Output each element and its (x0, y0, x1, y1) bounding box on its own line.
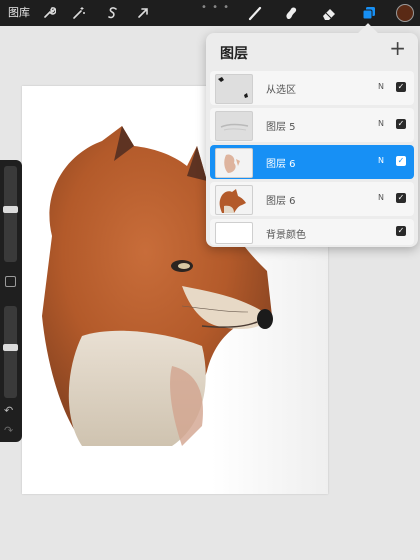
layer-visibility-checkbox[interactable]: ✓ (396, 156, 406, 166)
layer-thumbnail (215, 185, 253, 215)
blend-mode-button[interactable]: N (378, 82, 384, 91)
layer-visibility-checkbox[interactable]: ✓ (396, 226, 406, 236)
layer-name: 图层 6 (266, 159, 296, 170)
more-options[interactable]: • • • (201, 2, 230, 13)
top-toolbar: 图库 • • • (0, 0, 420, 26)
layer-row[interactable]: 从选区 N ✓ (210, 71, 414, 105)
brush-size-slider-knob[interactable] (3, 206, 18, 214)
layers-icon[interactable] (360, 4, 378, 22)
layer-thumbnail (215, 111, 253, 141)
layer-thumbnail (215, 148, 253, 178)
layer-thumbnail (215, 222, 253, 244)
layer-row[interactable]: 图层 6 N ✓ (210, 182, 414, 216)
layer-name: 背景颜色 (266, 230, 306, 241)
selection-s-icon[interactable] (104, 4, 122, 22)
modify-button[interactable] (5, 276, 16, 287)
layers-panel-title: 图层 (220, 46, 248, 62)
gallery-button[interactable]: 图库 (8, 4, 30, 20)
layer-visibility-checkbox[interactable]: ✓ (396, 119, 406, 129)
magic-wand-icon[interactable] (70, 4, 88, 22)
transform-arrow-icon[interactable] (134, 4, 152, 22)
layer-row[interactable]: 图层 5 N ✓ (210, 108, 414, 142)
opacity-slider[interactable] (3, 306, 18, 398)
layers-panel: 图层 + 从选区 N ✓ 图层 5 N ✓ 图层 6 N ✓ 图层 6 N ✓ … (206, 33, 418, 247)
brush-icon[interactable] (246, 4, 264, 22)
smudge-icon[interactable] (282, 4, 300, 22)
redo-button[interactable]: ↷ (4, 424, 13, 437)
left-sidebar: ↶ ↷ (0, 160, 22, 442)
blend-mode-button[interactable]: N (378, 193, 384, 202)
layer-visibility-checkbox[interactable]: ✓ (396, 193, 406, 203)
layer-visibility-checkbox[interactable]: ✓ (396, 82, 406, 92)
layer-row-selected[interactable]: 图层 6 N ✓ (210, 145, 414, 179)
add-layer-button[interactable]: + (389, 38, 406, 58)
blend-mode-button[interactable]: N (378, 119, 384, 128)
opacity-slider-knob[interactable] (3, 344, 18, 352)
layer-name: 从选区 (266, 85, 296, 96)
undo-button[interactable]: ↶ (4, 404, 13, 417)
wrench-icon[interactable] (40, 4, 58, 22)
layer-row-background[interactable]: 背景颜色 ✓ (210, 219, 414, 245)
blend-mode-button[interactable]: N (378, 156, 384, 165)
layer-name: 图层 6 (266, 196, 296, 207)
layer-thumbnail (215, 74, 253, 104)
brush-size-slider[interactable] (3, 166, 18, 262)
layer-name: 图层 5 (266, 122, 296, 133)
color-picker-button[interactable] (396, 4, 414, 22)
eraser-icon[interactable] (320, 4, 338, 22)
